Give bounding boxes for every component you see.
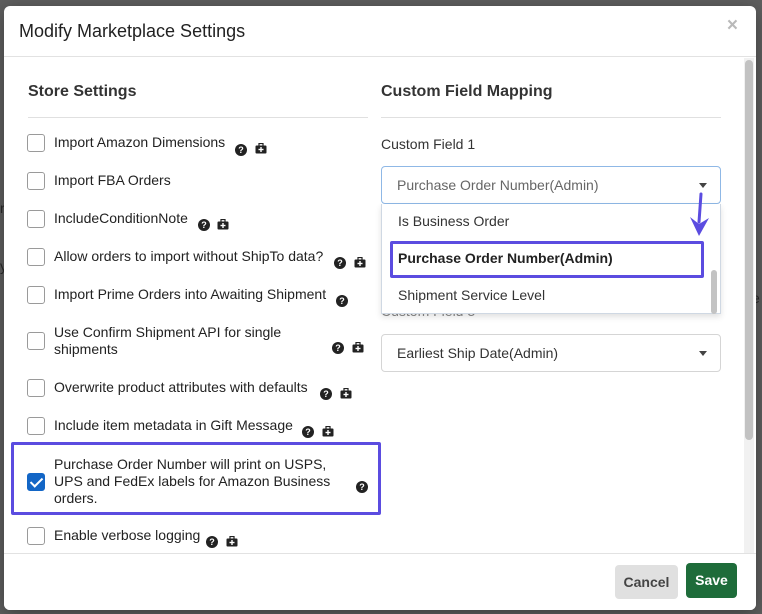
store-settings-divider — [28, 117, 368, 118]
store-settings-heading: Store Settings — [28, 83, 137, 100]
checkbox[interactable] — [27, 286, 45, 304]
checkbox[interactable] — [27, 172, 45, 190]
help-icon[interactable]: ? — [356, 481, 368, 493]
modal-footer: Cancel Save — [4, 553, 756, 610]
option-label: Include item metadata in Gift Message — [54, 417, 293, 433]
option-allow-without-shipto[interactable]: Allow orders to import without ShipTo da… — [27, 248, 323, 266]
option-label-line: Purchase Order Number will print on USPS… — [54, 456, 327, 472]
help-icon[interactable]: ? — [206, 536, 218, 548]
option-label: Import Amazon Dimensions — [54, 134, 226, 150]
help-icon[interactable]: ? — [332, 342, 344, 354]
option-confirm-shipment-api[interactable]: Use Confirm Shipment API for single ship… — [27, 324, 281, 358]
marketplace-settings-modal: Modify Marketplace Settings × Store Sett… — [4, 6, 756, 610]
option-label-line: orders. — [54, 490, 98, 506]
checkbox[interactable] — [27, 473, 45, 491]
checkbox[interactable] — [27, 527, 45, 545]
checkbox[interactable] — [27, 248, 45, 266]
medkit-icon[interactable] — [352, 342, 364, 353]
modal-scrollbar[interactable] — [744, 58, 754, 554]
option-import-prime-orders[interactable]: Import Prime Orders into Awaiting Shipme… — [27, 286, 326, 304]
dropdown-option[interactable]: Shipment Service Level — [398, 287, 545, 303]
option-import-fba-orders[interactable]: Import FBA Orders — [27, 172, 171, 190]
option-label: Import Prime Orders into Awaiting Shipme… — [54, 286, 327, 302]
medkit-icon[interactable] — [340, 388, 352, 399]
down-arrow-annotation-icon — [690, 192, 709, 236]
option-label: Import FBA Orders — [54, 172, 171, 188]
select-value: Earliest Ship Date(Admin) — [397, 345, 559, 361]
medkit-icon[interactable] — [322, 426, 334, 437]
checkbox[interactable] — [27, 417, 45, 435]
checkbox[interactable] — [27, 379, 45, 397]
help-icon[interactable]: ? — [336, 295, 348, 307]
help-icon[interactable]: ? — [302, 426, 314, 438]
medkit-icon[interactable] — [255, 143, 267, 154]
checkbox[interactable] — [27, 332, 45, 350]
option-label: Allow orders to import without ShipTo da… — [54, 248, 324, 264]
medkit-icon[interactable] — [217, 219, 229, 230]
select-value: Purchase Order Number(Admin) — [397, 177, 599, 193]
option-label: Purchase Order Number will print on USPS… — [54, 456, 330, 507]
help-icon[interactable]: ? — [198, 219, 210, 231]
option-label: IncludeConditionNote — [54, 210, 188, 226]
option-label: Use Confirm Shipment API for single ship… — [54, 324, 281, 358]
custom-field-mapping-divider — [381, 117, 721, 118]
option-label-line: Use Confirm Shipment API for single — [54, 324, 282, 340]
checkbox[interactable] — [27, 134, 45, 152]
dropdown-scrollbar[interactable] — [711, 270, 717, 314]
highlight-box-dropdown-option — [390, 241, 704, 278]
custom-field-mapping-heading: Custom Field Mapping — [381, 83, 553, 100]
modal-scrollbar-thumb[interactable] — [745, 60, 753, 440]
option-include-item-metadata[interactable]: Include item metadata in Gift Message — [27, 417, 293, 435]
chevron-down-icon — [699, 351, 707, 356]
checkbox[interactable] — [27, 210, 45, 228]
help-icon[interactable]: ? — [235, 144, 247, 156]
help-icon[interactable]: ? — [334, 257, 346, 269]
modal-title: Modify Marketplace Settings — [19, 21, 246, 41]
option-label: Enable verbose logging — [54, 527, 201, 543]
custom-field-1-select[interactable]: Purchase Order Number(Admin) — [381, 166, 721, 204]
chevron-down-icon — [699, 183, 707, 188]
close-icon[interactable]: × — [727, 15, 738, 37]
option-purchase-order-number-labels[interactable]: Purchase Order Number will print on USPS… — [27, 456, 330, 507]
option-label: Overwrite product attributes with defaul… — [54, 379, 308, 395]
medkit-icon[interactable] — [354, 257, 366, 268]
custom-field-1-label: Custom Field 1 — [381, 136, 476, 152]
dropdown-option[interactable]: Is Business Order — [398, 213, 509, 229]
save-button[interactable]: Save — [686, 563, 737, 598]
medkit-icon[interactable] — [226, 536, 238, 547]
option-enable-verbose-logging[interactable]: Enable verbose logging — [27, 527, 200, 545]
cancel-button[interactable]: Cancel — [615, 565, 678, 599]
custom-field-3-select[interactable]: Earliest Ship Date(Admin) — [381, 334, 721, 372]
option-import-amazon-dimensions[interactable]: Import Amazon Dimensions — [27, 134, 225, 152]
option-label-line: UPS and FedEx labels for Amazon Business — [54, 473, 331, 489]
help-icon[interactable]: ? — [320, 388, 332, 400]
option-overwrite-product-attributes[interactable]: Overwrite product attributes with defaul… — [27, 379, 308, 397]
option-label-line: shipments — [54, 341, 118, 357]
modal-header: Modify Marketplace Settings × — [4, 6, 756, 57]
option-include-condition-note[interactable]: IncludeConditionNote — [27, 210, 188, 228]
